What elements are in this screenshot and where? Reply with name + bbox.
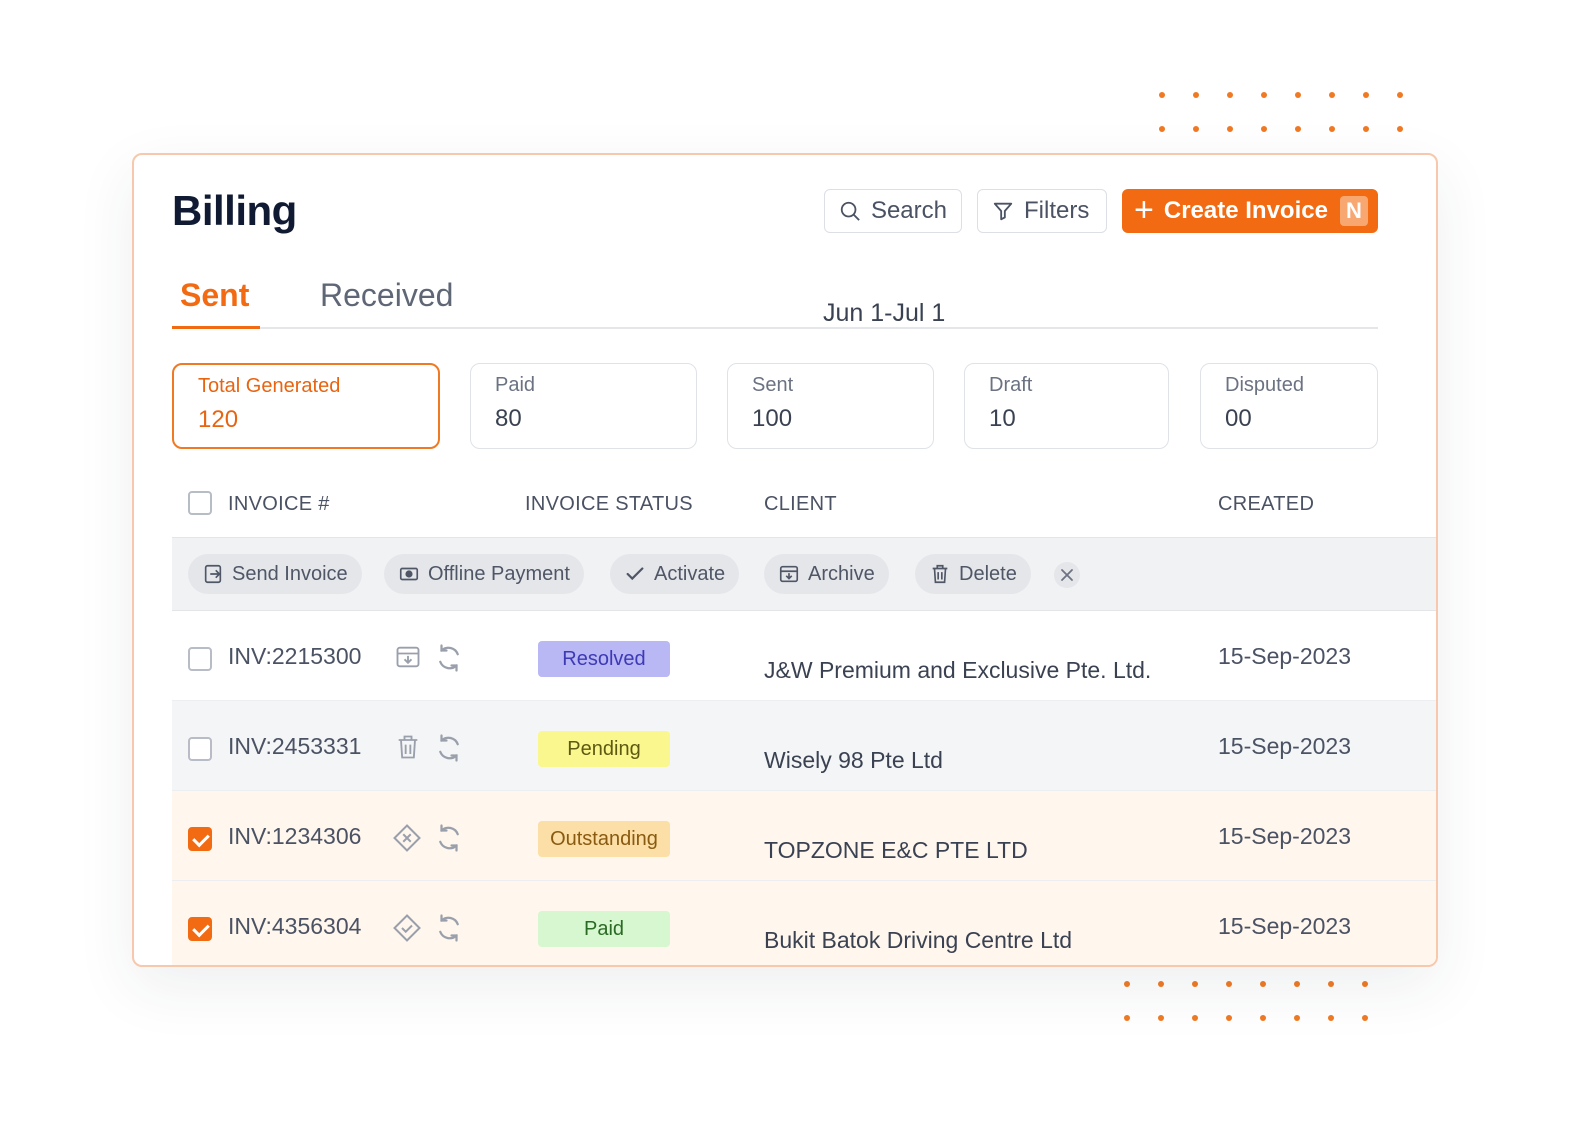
stat-value: 100 (752, 405, 793, 432)
stat-draft[interactable]: Draft 10 (964, 363, 1169, 449)
shortcut-badge: N (1340, 196, 1368, 226)
check-icon (626, 567, 644, 581)
stat-label: Draft (989, 374, 1033, 396)
status-badge: Outstanding (538, 821, 670, 857)
stat-value: 00 (1225, 405, 1252, 432)
stat-sent[interactable]: Sent 100 (727, 363, 934, 449)
stat-value: 10 (989, 405, 1016, 432)
create-invoice-label: Create Invoice (1163, 197, 1328, 224)
status-badge: Paid (538, 911, 670, 947)
active-tab-indicator (172, 326, 260, 329)
close-icon (1061, 569, 1073, 581)
archive-label: Archive (808, 562, 875, 585)
row-checkbox[interactable] (188, 737, 212, 761)
column-header-client[interactable]: CLIENT (764, 493, 837, 516)
activate-button[interactable]: Activate (610, 554, 740, 594)
invoice-number[interactable]: INV:1234306 (228, 823, 361, 850)
table-row[interactable]: INV:2215300 Resolved J&W Premium and Exc… (172, 611, 1436, 701)
column-header-invoice[interactable]: INVOICE # (228, 493, 330, 516)
delete-button[interactable]: Delete (915, 554, 1031, 594)
archive-icon (779, 565, 799, 583)
invoice-number[interactable]: INV:4356304 (228, 913, 361, 940)
decorative-dots-top (1159, 92, 1431, 132)
activate-label: Activate (654, 562, 726, 585)
archive-icon[interactable] (394, 643, 422, 671)
refresh-icon[interactable] (434, 733, 464, 763)
trash-icon[interactable] (394, 733, 422, 761)
row-checkbox[interactable] (188, 647, 212, 671)
diamond-x-icon[interactable] (392, 823, 422, 853)
refresh-icon[interactable] (434, 643, 464, 673)
created-date: 15-Sep-2023 (1218, 643, 1351, 669)
stat-total-generated[interactable]: Total Generated 120 (172, 363, 440, 449)
client-name: J&W Premium and Exclusive Pte. Ltd. (764, 657, 1152, 683)
stat-label: Sent (752, 374, 794, 396)
row-checkbox[interactable] (188, 827, 212, 851)
send-invoice-button[interactable]: Send Invoice (188, 554, 362, 594)
plus-icon: + (1134, 190, 1154, 229)
status-badge: Pending (538, 731, 670, 767)
tab-received[interactable]: Received (320, 277, 453, 314)
row-checkbox[interactable] (188, 917, 212, 941)
tab-sent[interactable]: Sent (180, 277, 249, 314)
select-all-checkbox[interactable] (188, 491, 212, 515)
table-row[interactable]: INV:2453331 Pending Wisely 98 Pte Ltd 15… (172, 701, 1436, 791)
trash-icon (932, 564, 948, 584)
send-icon (204, 564, 222, 584)
stat-label: Disputed (1225, 374, 1304, 396)
search-label: Search (870, 197, 947, 224)
refresh-icon[interactable] (434, 823, 464, 853)
stat-label: Paid (495, 374, 536, 396)
created-date: 15-Sep-2023 (1218, 823, 1351, 849)
table-header: INVOICE # INVOICE STATUS CLIENT CREATED (172, 475, 1436, 537)
table-row[interactable]: INV:4356304 Paid Bukit Batok Driving Cen… (172, 881, 1436, 965)
page-title: Billing (172, 187, 297, 234)
table-row[interactable]: INV:1234306 Outstanding TOPZONE E&C PTE … (172, 791, 1436, 881)
column-header-status[interactable]: INVOICE STATUS (525, 493, 693, 516)
offline-payment-label: Offline Payment (428, 562, 570, 585)
refresh-icon[interactable] (434, 913, 464, 943)
diamond-check-icon[interactable] (392, 913, 422, 943)
filters-label: Filters (1024, 197, 1090, 224)
offline-payment-button[interactable]: Offline Payment (384, 554, 584, 594)
bulk-action-bar: Send Invoice Offline Payment Activate Ar… (172, 537, 1436, 611)
decorative-dots-bottom (1124, 981, 1396, 1021)
stat-paid[interactable]: Paid 80 (470, 363, 697, 449)
send-invoice-label: Send Invoice (232, 562, 348, 585)
stat-value: 80 (495, 405, 522, 432)
tab-bar: Sent Received Jun 1-Jul 1 (172, 265, 1378, 329)
archive-button[interactable]: Archive (764, 554, 889, 594)
created-date: 15-Sep-2023 (1218, 913, 1351, 939)
search-icon (840, 201, 860, 221)
date-range[interactable]: Jun 1-Jul 1 (823, 299, 945, 328)
billing-card: Billing Search Filters + Create Invoice … (132, 153, 1438, 967)
client-name: TOPZONE E&C PTE LTD (764, 837, 1028, 863)
stat-value: 120 (198, 406, 239, 433)
client-name: Wisely 98 Pte Ltd (764, 747, 943, 773)
stat-disputed[interactable]: Disputed 00 (1200, 363, 1378, 449)
filter-icon (993, 202, 1013, 221)
created-date: 15-Sep-2023 (1218, 733, 1351, 759)
search-button[interactable]: Search (824, 189, 962, 233)
client-name: Bukit Batok Driving Centre Ltd (764, 927, 1073, 953)
stat-label: Total Generated (198, 375, 341, 397)
cash-icon (399, 567, 419, 581)
filters-button[interactable]: Filters (977, 189, 1107, 233)
invoice-number[interactable]: INV:2453331 (228, 733, 361, 760)
invoice-number[interactable]: INV:2215300 (228, 643, 361, 670)
delete-label: Delete (959, 562, 1017, 585)
create-invoice-button[interactable]: + Create Invoice N (1122, 189, 1378, 233)
clear-selection-button[interactable] (1054, 562, 1080, 588)
status-badge: Resolved (538, 641, 670, 677)
column-header-created[interactable]: CREATED (1218, 493, 1314, 516)
